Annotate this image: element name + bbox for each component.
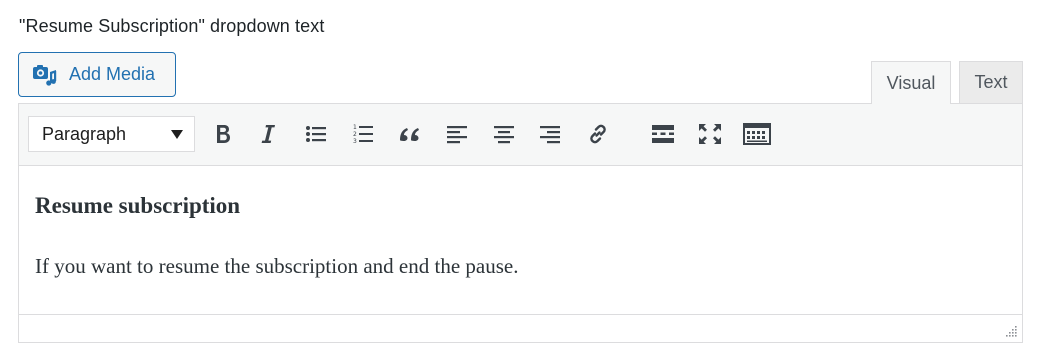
fullscreen-icon <box>698 123 722 145</box>
numbered-list-icon: 1 2 3 <box>352 123 374 145</box>
fullscreen-button[interactable] <box>692 116 728 152</box>
resize-handle-icon[interactable] <box>1004 324 1018 338</box>
align-left-button[interactable] <box>439 116 475 152</box>
content-heading: Resume subscription <box>35 193 241 218</box>
read-more-tag-button[interactable] <box>645 116 681 152</box>
tab-visual[interactable]: Visual <box>871 61 951 104</box>
svg-text:2: 2 <box>353 131 357 138</box>
insert-link-button[interactable] <box>580 116 616 152</box>
add-media-label: Add Media <box>69 64 156 84</box>
content-paragraph: If you want to resume the subscription a… <box>35 254 519 278</box>
blockquote-icon <box>398 124 422 144</box>
align-center-button[interactable] <box>486 116 522 152</box>
toolbar-toggle-button[interactable] <box>739 116 775 152</box>
numbered-list-button[interactable]: 1 2 3 <box>345 116 381 152</box>
align-right-icon <box>539 124 561 144</box>
chevron-down-icon <box>171 130 183 139</box>
italic-icon <box>258 123 278 145</box>
editor-toolbar: Paragraph 1 2 3 <box>19 104 1022 166</box>
bulleted-list-icon <box>305 124 327 144</box>
insert-link-icon <box>586 122 610 146</box>
format-select-value: Paragraph <box>42 123 127 144</box>
blockquote-button[interactable] <box>392 116 428 152</box>
tab-text[interactable]: Text <box>959 61 1023 103</box>
editor-statusbar <box>19 314 1022 342</box>
field-label: "Resume Subscription" dropdown text <box>19 16 325 36</box>
editor-container: Paragraph 1 2 3 Resume subscription If y… <box>18 103 1023 343</box>
align-left-icon <box>446 124 468 144</box>
align-right-button[interactable] <box>532 116 568 152</box>
bold-button[interactable] <box>205 116 241 152</box>
media-camera-music-icon <box>32 62 58 88</box>
align-center-icon <box>493 124 515 144</box>
toolbar-toggle-icon <box>743 123 771 145</box>
format-select[interactable]: Paragraph <box>28 116 195 152</box>
read-more-tag-icon <box>651 124 675 144</box>
italic-button[interactable] <box>250 116 286 152</box>
bold-icon <box>213 123 233 145</box>
add-media-button[interactable]: Add Media <box>18 52 176 97</box>
svg-text:1: 1 <box>353 124 357 131</box>
bulleted-list-button[interactable] <box>298 116 334 152</box>
svg-text:3: 3 <box>353 138 357 145</box>
